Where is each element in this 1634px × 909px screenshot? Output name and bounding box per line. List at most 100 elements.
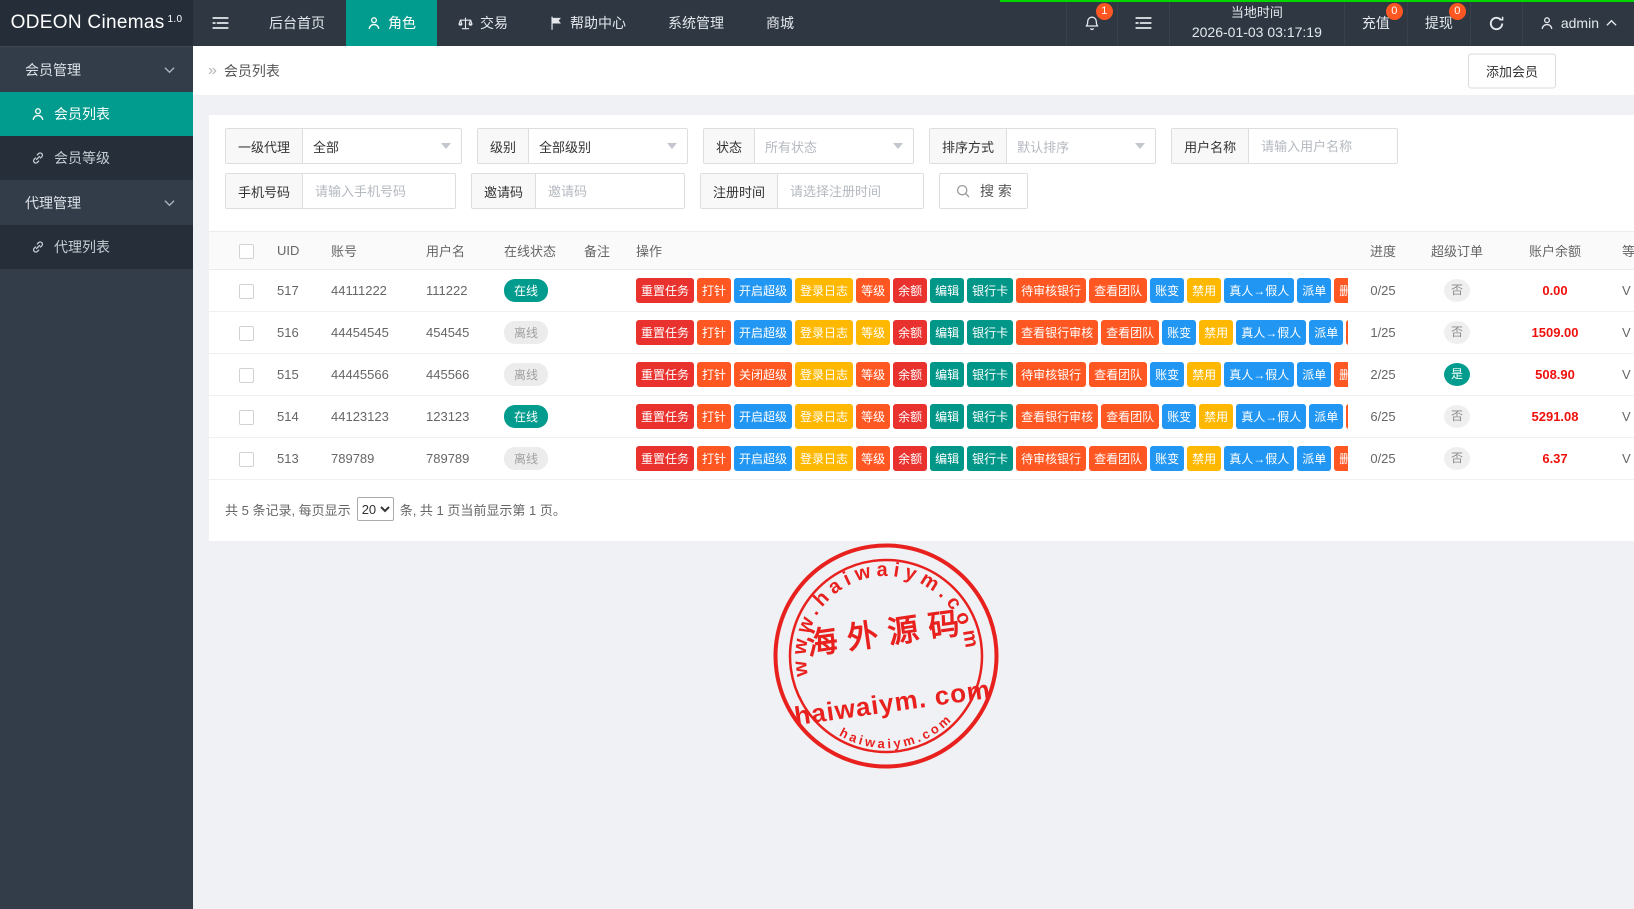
- sidebar-item[interactable]: 会员列表: [0, 92, 193, 136]
- op-button[interactable]: 账变: [1162, 404, 1196, 429]
- row-checkbox[interactable]: [239, 326, 254, 341]
- sidebar-group-header[interactable]: 会员管理: [0, 47, 193, 92]
- nav-menu-item[interactable]: 后台首页: [248, 0, 346, 46]
- op-button[interactable]: 真人→假人: [1236, 320, 1306, 345]
- op-button[interactable]: 登录日志: [795, 278, 853, 303]
- op-button[interactable]: 查看团队: [1101, 404, 1159, 429]
- filter-select[interactable]: 默认排序: [1007, 129, 1155, 163]
- op-button[interactable]: 账变: [1150, 278, 1184, 303]
- op-button[interactable]: 重置任务: [636, 446, 694, 471]
- op-button[interactable]: 银行卡: [967, 320, 1013, 345]
- withdraw-button[interactable]: 提现 0: [1407, 0, 1470, 46]
- op-button[interactable]: 银行卡: [967, 446, 1013, 471]
- sidebar-collapse-button[interactable]: [193, 0, 248, 46]
- op-button[interactable]: 银行卡: [967, 404, 1013, 429]
- filter-select[interactable]: 所有状态: [755, 129, 913, 163]
- op-button[interactable]: 禁用: [1187, 278, 1221, 303]
- op-button[interactable]: 登录日志: [795, 446, 853, 471]
- op-button[interactable]: 待审核银行: [1016, 446, 1086, 471]
- op-button[interactable]: 重置任务: [636, 362, 694, 387]
- select-all-checkbox[interactable]: [239, 244, 254, 259]
- op-button[interactable]: 编辑: [930, 362, 964, 387]
- nav-menu-item[interactable]: 交易: [437, 0, 529, 46]
- op-button[interactable]: 开启超级: [734, 278, 792, 303]
- refresh-button[interactable]: [1470, 0, 1522, 46]
- op-button[interactable]: 重置任务: [636, 404, 694, 429]
- op-button[interactable]: 删除: [1334, 362, 1348, 387]
- op-button[interactable]: 打针: [697, 320, 731, 345]
- recharge-button[interactable]: 充值 0: [1344, 0, 1407, 46]
- op-button[interactable]: 等级: [856, 404, 890, 429]
- op-button[interactable]: 登录日志: [795, 404, 853, 429]
- quick-menu-button[interactable]: [1117, 0, 1169, 46]
- notifications-button[interactable]: 1: [1066, 0, 1117, 46]
- op-button[interactable]: 余额: [893, 320, 927, 345]
- op-button[interactable]: 禁用: [1187, 362, 1221, 387]
- filter-input[interactable]: [313, 183, 445, 200]
- filter-select[interactable]: 全部级别: [529, 129, 687, 163]
- op-button[interactable]: 开启超级: [734, 446, 792, 471]
- op-button[interactable]: 关闭超级: [734, 362, 792, 387]
- op-button[interactable]: 登录日志: [795, 320, 853, 345]
- filter-input[interactable]: [546, 183, 674, 200]
- op-button[interactable]: 账变: [1150, 446, 1184, 471]
- page-size-select[interactable]: 20: [357, 497, 394, 521]
- op-button[interactable]: 待审核银行: [1016, 278, 1086, 303]
- op-button[interactable]: 账变: [1150, 362, 1184, 387]
- search-button[interactable]: 搜 索: [939, 173, 1028, 209]
- op-button[interactable]: 登录日志: [795, 362, 853, 387]
- op-button[interactable]: 打针: [697, 278, 731, 303]
- op-button[interactable]: 派单: [1297, 362, 1331, 387]
- op-button[interactable]: 等级: [856, 320, 890, 345]
- nav-menu-item[interactable]: 角色: [346, 0, 437, 46]
- op-button[interactable]: 删除: [1346, 320, 1348, 345]
- nav-menu-item[interactable]: 帮助中心: [529, 0, 647, 46]
- op-button[interactable]: 真人→假人: [1224, 446, 1294, 471]
- op-button[interactable]: 等级: [856, 362, 890, 387]
- op-button[interactable]: 打针: [697, 362, 731, 387]
- op-button[interactable]: 编辑: [930, 320, 964, 345]
- op-button[interactable]: 查看银行审核: [1016, 320, 1098, 345]
- op-button[interactable]: 禁用: [1199, 404, 1233, 429]
- op-button[interactable]: 查看团队: [1089, 362, 1147, 387]
- row-checkbox[interactable]: [239, 368, 254, 383]
- op-button[interactable]: 派单: [1297, 446, 1331, 471]
- op-button[interactable]: 余额: [893, 362, 927, 387]
- op-button[interactable]: 等级: [856, 278, 890, 303]
- op-button[interactable]: 真人→假人: [1224, 362, 1294, 387]
- op-button[interactable]: 禁用: [1187, 446, 1221, 471]
- op-button[interactable]: 余额: [893, 278, 927, 303]
- filter-select[interactable]: 全部: [303, 129, 461, 163]
- user-menu[interactable]: admin: [1522, 0, 1634, 46]
- filter-input[interactable]: [1259, 138, 1387, 155]
- op-button[interactable]: 银行卡: [967, 278, 1013, 303]
- op-button[interactable]: 打针: [697, 446, 731, 471]
- op-button[interactable]: 派单: [1309, 404, 1343, 429]
- nav-menu-item[interactable]: 系统管理: [647, 0, 745, 46]
- sidebar-item[interactable]: 代理列表: [0, 225, 193, 269]
- op-button[interactable]: 删除: [1334, 446, 1348, 471]
- row-checkbox[interactable]: [239, 452, 254, 467]
- nav-menu-item[interactable]: 商城: [745, 0, 815, 46]
- op-button[interactable]: 派单: [1309, 320, 1343, 345]
- op-button[interactable]: 真人→假人: [1224, 278, 1294, 303]
- add-member-button[interactable]: 添加会员: [1468, 53, 1556, 88]
- op-button[interactable]: 删除: [1334, 278, 1348, 303]
- row-checkbox[interactable]: [239, 410, 254, 425]
- filter-input[interactable]: [788, 183, 913, 200]
- op-button[interactable]: 派单: [1297, 278, 1331, 303]
- op-button[interactable]: 查看团队: [1089, 278, 1147, 303]
- op-button[interactable]: 编辑: [930, 404, 964, 429]
- op-button[interactable]: 开启超级: [734, 404, 792, 429]
- op-button[interactable]: 打针: [697, 404, 731, 429]
- sidebar-group-header[interactable]: 代理管理: [0, 180, 193, 225]
- sidebar-item[interactable]: 会员等级: [0, 136, 193, 180]
- op-button[interactable]: 账变: [1162, 320, 1196, 345]
- op-button[interactable]: 等级: [856, 446, 890, 471]
- op-button[interactable]: 删除: [1346, 404, 1348, 429]
- op-button[interactable]: 查看团队: [1101, 320, 1159, 345]
- op-button[interactable]: 查看团队: [1089, 446, 1147, 471]
- op-button[interactable]: 银行卡: [967, 362, 1013, 387]
- op-button[interactable]: 余额: [893, 446, 927, 471]
- op-button[interactable]: 待审核银行: [1016, 362, 1086, 387]
